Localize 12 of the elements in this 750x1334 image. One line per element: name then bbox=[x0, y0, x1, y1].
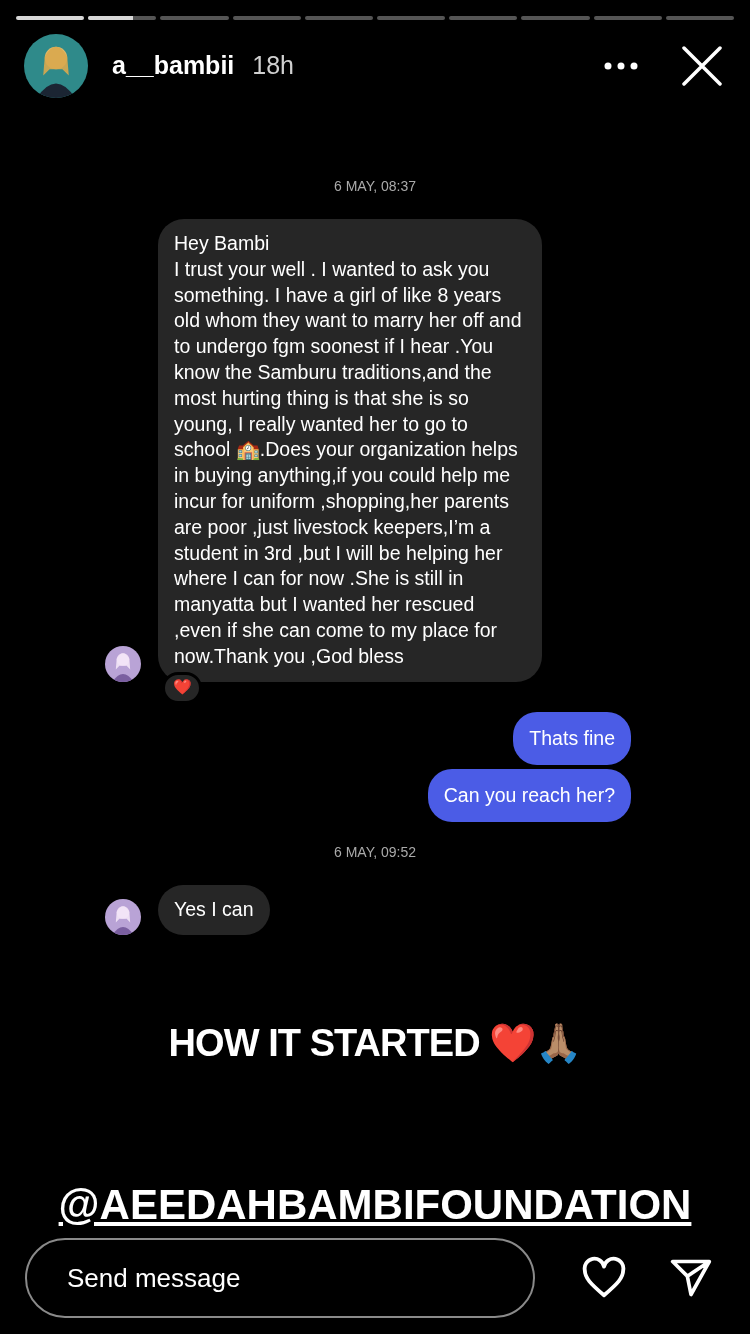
message-bubble: Yes I can bbox=[158, 885, 270, 935]
close-icon[interactable] bbox=[682, 46, 722, 86]
message-bubble: Thats fine bbox=[513, 711, 631, 765]
mention-link[interactable]: @AEEDAHBAMBIFOUNDATION bbox=[58, 1173, 692, 1236]
date-label: 6 MAY, 08:37 bbox=[334, 177, 416, 196]
message-bubble: Can you reach her? bbox=[427, 768, 631, 823]
username[interactable]: a__bambii bbox=[112, 47, 235, 85]
message-field[interactable]: Send message bbox=[25, 1238, 535, 1318]
date-label: 6 MAY, 09:52 bbox=[334, 843, 416, 863]
post-time: 18h bbox=[252, 50, 294, 82]
caption: HOW IT STARTED ❤🙏🏽 bbox=[168, 1020, 582, 1066]
more-icon[interactable] bbox=[604, 62, 638, 70]
